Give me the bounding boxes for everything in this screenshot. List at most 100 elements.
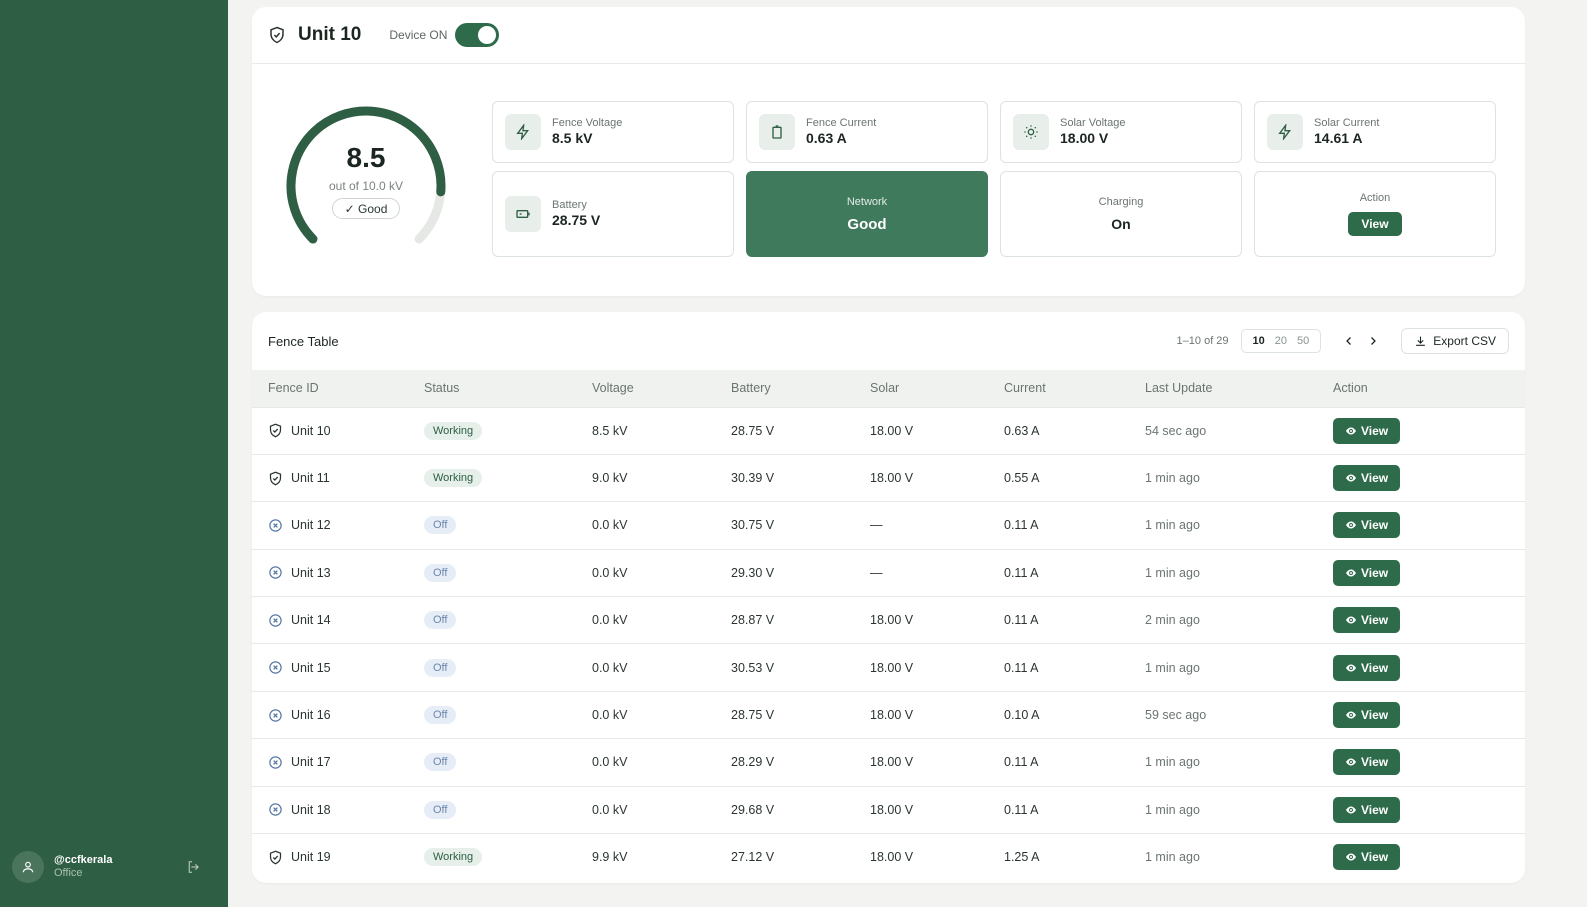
row-view-button[interactable]: View [1333, 512, 1401, 539]
x-circle-icon [269, 661, 282, 674]
table-row: Unit 14 Off 0.0 kV 28.87 V 18.00 V 0.11 A2 mi… [252, 596, 1525, 644]
device-toggle-label: Device ON [389, 28, 448, 42]
status-cell: Off [424, 738, 592, 787]
metric-label: Fence Current [806, 117, 877, 129]
row-view-button[interactable]: View [1333, 844, 1401, 871]
solar-cell: 18.00 V [870, 453, 1004, 502]
battery-cell: 28.29 V [731, 738, 870, 787]
metric-value: 0.63 A [806, 130, 847, 147]
row-view-button[interactable]: View [1333, 417, 1401, 444]
fence-id-cell: Unit 18 [252, 785, 424, 834]
battery-icon [516, 210, 530, 218]
fence-id: Unit 19 [291, 850, 331, 865]
solar-cell: 18.00 V [870, 596, 1004, 644]
current-cell: 0.10 A [1004, 690, 1145, 739]
last-update-cell: 1 min ago [1145, 738, 1333, 787]
gauge-value: 8.5 [346, 142, 386, 173]
column-header[interactable]: Voltage [592, 370, 731, 407]
metric-label: Action [1359, 192, 1391, 204]
column-header[interactable]: Solar [870, 370, 1004, 407]
solar-cell: 18.00 V [870, 833, 1004, 881]
status-cell: Off [424, 501, 592, 550]
current-cell: 0.11 A [1004, 785, 1145, 834]
device-power-toggle[interactable] [455, 23, 500, 47]
logout-button[interactable] [184, 857, 204, 877]
sidebar: @ccfkerala Office [0, 0, 228, 907]
column-header[interactable]: Fence ID [252, 370, 424, 407]
action-cell: View [1333, 738, 1525, 787]
fence-id: Unit 13 [291, 565, 331, 580]
user-profile: @ccfkerala Office [12, 849, 204, 885]
current-cell: 0.11 A [1004, 738, 1145, 787]
eye-icon [1346, 853, 1356, 861]
x-circle-icon [269, 708, 282, 722]
last-update-cell: 1 min ago [1145, 548, 1333, 597]
row-view-button[interactable]: View [1333, 607, 1401, 634]
current-cell: 0.63 A [1004, 406, 1145, 455]
table-toolbar: Fence Table 1–10 of 29 10 20 50 Export C… [252, 312, 1525, 370]
action-cell: View [1333, 406, 1525, 455]
solar-cell: 18.00 V [870, 406, 1004, 455]
last-update-cell: 1 min ago [1145, 833, 1333, 881]
row-view-button[interactable]: View [1333, 654, 1401, 681]
metric-label: Fence Voltage [552, 117, 623, 129]
status-badge: Working [424, 469, 483, 488]
export-csv-label: Export CSV [1433, 334, 1496, 348]
x-circle-icon [269, 614, 282, 627]
page-size-option[interactable]: 10 [1248, 335, 1270, 347]
column-header[interactable]: Current [1004, 370, 1145, 407]
metric-fence-voltage: Fence Voltage 8.5 kV [492, 101, 734, 163]
shield-check-icon [269, 850, 282, 865]
metric-solar-current: Solar Current 14.61 A [1254, 101, 1496, 163]
status-cell: Off [424, 643, 592, 692]
table-row: Unit 18 Off 0.0 kV 29.68 V 18.00 V 0.11 A1 mi… [252, 785, 1525, 834]
metric-value: 14.61 A [1314, 130, 1363, 147]
chevron-right-icon [1371, 337, 1377, 345]
battery-cell: 28.75 V [731, 690, 870, 739]
page-size-option[interactable]: 20 [1270, 335, 1292, 347]
table-row: Unit 11 Working 9.0 kV 30.39 V 18.00 V 0.55 A… [252, 453, 1525, 502]
battery-upright-icon [772, 125, 782, 139]
eye-icon [1346, 711, 1356, 719]
row-view-label: View [1361, 660, 1389, 675]
metric-fence-current: Fence Current 0.63 A [746, 101, 988, 163]
metric-label: Network [846, 195, 888, 208]
status-badge: Off [424, 658, 457, 677]
row-view-button[interactable]: View [1333, 465, 1401, 492]
row-view-button[interactable]: View [1333, 702, 1401, 729]
eye-icon [1346, 474, 1356, 482]
column-header[interactable]: Last Update [1145, 370, 1333, 407]
table-title: Fence Table [268, 333, 339, 349]
fence-id-cell: Unit 13 [252, 548, 424, 597]
row-view-button[interactable]: View [1333, 749, 1401, 776]
eye-icon [1346, 569, 1356, 577]
solar-cell: 18.00 V [870, 643, 1004, 692]
page-size-option[interactable]: 50 [1292, 335, 1314, 347]
voltage-cell: 0.0 kV [592, 738, 731, 787]
current-cell: 0.11 A [1004, 548, 1145, 597]
next-page-button[interactable] [1363, 331, 1383, 351]
column-header[interactable]: Status [424, 370, 592, 407]
device-view-button[interactable]: View [1348, 212, 1402, 236]
sun-icon [1024, 125, 1038, 139]
fence-id-cell: Unit 19 [252, 833, 424, 881]
fence-table: Fence ID Status Voltage Battery Solar Cu… [252, 370, 1525, 881]
fence-id: Unit 11 [291, 471, 330, 486]
last-update-cell: 1 min ago [1145, 785, 1333, 834]
voltage-cell: 0.0 kV [592, 548, 731, 597]
row-view-label: View [1361, 613, 1389, 628]
row-view-button[interactable]: View [1333, 559, 1401, 586]
export-csv-button[interactable]: Export CSV [1401, 328, 1509, 354]
status-cell: Off [424, 548, 592, 597]
prev-page-button[interactable] [1339, 331, 1359, 351]
status-cell: Off [424, 596, 592, 644]
eye-icon [1346, 664, 1356, 672]
status-badge: Off [424, 563, 457, 582]
column-header[interactable]: Battery [731, 370, 870, 407]
device-title: Unit 10 [298, 24, 362, 45]
battery-cell: 28.87 V [731, 596, 870, 644]
device-card: Unit 10 Device ON 8.5 out of 10.0 kV ✓ G… [252, 7, 1525, 296]
row-view-button[interactable]: View [1333, 796, 1401, 823]
fence-id-cell: Unit 15 [252, 643, 424, 692]
fence-id: Unit 15 [291, 660, 331, 675]
